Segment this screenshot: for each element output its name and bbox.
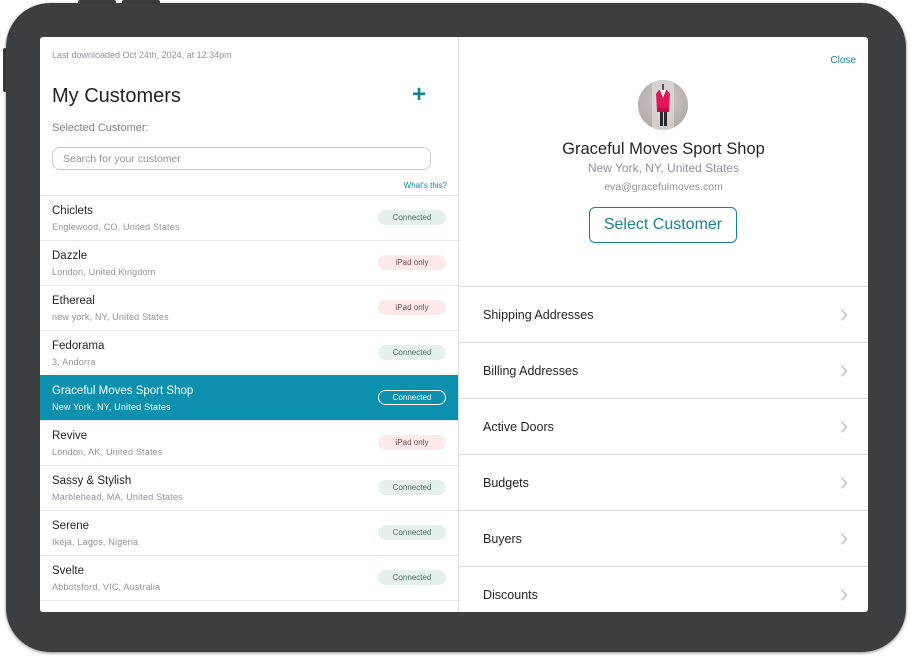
status-badge: iPad only <box>378 300 446 315</box>
customer-name: Sassy & Stylish <box>52 475 132 487</box>
customer-detail-email: eva@gracefulmoves.com <box>604 181 723 193</box>
status-badge: iPad only <box>378 435 446 450</box>
page-title: My Customers <box>52 85 181 107</box>
customer-detail-panel: Close Graceful Moves Sport Shop New York… <box>459 37 868 612</box>
customer-row[interactable]: Serene Ikeja, Lagos, Nigeria Connected <box>40 510 458 555</box>
customer-row[interactable]: Ethereal new york, NY, United States iPa… <box>40 285 458 330</box>
customer-row[interactable]: Fedorama 3, Andorra Connected <box>40 330 458 375</box>
customer-name: Chiclets <box>52 205 93 217</box>
status-badge: Connected <box>378 525 446 540</box>
close-button[interactable]: Close <box>830 55 856 66</box>
tablet-screen: Last downloaded Oct 24th, 2024, at 12:34… <box>40 37 868 612</box>
customer-location: London, AK, United States <box>52 447 163 457</box>
customer-name: Svelte <box>52 565 84 577</box>
menu-item-billing-addresses[interactable]: Billing Addresses <box>459 342 868 398</box>
customer-location: Abbotsford, VIC, Australia <box>52 582 161 592</box>
customer-name: Revive <box>52 430 88 442</box>
customer-name: Dazzle <box>52 250 88 262</box>
chevron-right-icon <box>841 421 848 433</box>
menu-item-label: Active Doors <box>483 420 554 434</box>
chevron-right-icon <box>841 477 848 489</box>
customer-list-panel: Last downloaded Oct 24th, 2024, at 12:34… <box>40 37 459 612</box>
whats-this-link[interactable]: What's this? <box>404 181 447 190</box>
chevron-right-icon <box>841 533 848 545</box>
menu-item-label: Shipping Addresses <box>483 308 594 322</box>
status-badge: Connected <box>378 210 446 225</box>
menu-item-shipping-addresses[interactable]: Shipping Addresses <box>459 286 868 342</box>
menu-item-label: Discounts <box>483 588 538 602</box>
customer-location: Marblehead, MA, United States <box>52 492 183 502</box>
customer-location: 3, Andorra <box>52 357 96 367</box>
menu-item-label: Billing Addresses <box>483 364 579 378</box>
customer-detail-menu: Shipping Addresses Billing Addresses Act… <box>459 286 868 612</box>
customer-row-selected[interactable]: Graceful Moves Sport Shop New York, NY, … <box>40 375 458 420</box>
customer-location: new york, NY, United States <box>52 312 169 322</box>
status-badge: Connected <box>378 480 446 495</box>
chevron-right-icon <box>841 365 848 377</box>
customer-row[interactable]: Svelte Abbotsford, VIC, Australia Connec… <box>40 555 458 600</box>
customer-detail-name: Graceful Moves Sport Shop <box>562 140 765 158</box>
avatar-photo-icon <box>652 80 674 130</box>
customer-location: New York, NY, United States <box>52 402 171 412</box>
menu-item-active-doors[interactable]: Active Doors <box>459 398 868 454</box>
customer-row[interactable]: Sassy & Stylish Marblehead, MA, United S… <box>40 465 458 510</box>
customer-row[interactable]: Revive London, AK, United States iPad on… <box>40 420 458 465</box>
customer-row-partial[interactable] <box>40 600 458 612</box>
search-input[interactable] <box>52 147 431 170</box>
status-badge: Connected <box>378 570 446 585</box>
menu-item-buyers[interactable]: Buyers <box>459 510 868 566</box>
add-customer-button[interactable]: + <box>412 83 426 107</box>
menu-item-label: Buyers <box>483 532 522 546</box>
menu-item-discounts[interactable]: Discounts <box>459 566 868 612</box>
customer-row[interactable]: Chiclets Englewood, CO, United States Co… <box>40 195 458 240</box>
status-badge: Connected <box>378 345 446 360</box>
customer-row[interactable]: Dazzle London, United Kingdom iPad only <box>40 240 458 285</box>
last-downloaded-text: Last downloaded Oct 24th, 2024, at 12:34… <box>52 50 232 60</box>
customer-location: Englewood, CO, United States <box>52 222 180 232</box>
customer-avatar <box>638 80 688 130</box>
menu-item-budgets[interactable]: Budgets <box>459 454 868 510</box>
customer-name: Serene <box>52 520 90 532</box>
menu-item-label: Budgets <box>483 476 529 490</box>
chevron-right-icon <box>841 309 848 321</box>
customer-detail-location: New York, NY, United States <box>587 161 740 175</box>
customer-list: Chiclets Englewood, CO, United States Co… <box>40 195 458 612</box>
status-badge: iPad only <box>378 255 446 270</box>
select-customer-button[interactable]: Select Customer <box>589 207 737 243</box>
customer-location: London, United Kingdom <box>52 267 156 277</box>
chevron-right-icon <box>841 589 848 601</box>
customer-name: Ethereal <box>52 295 95 307</box>
selected-customer-label: Selected Customer: <box>52 122 149 134</box>
customer-location: Ikeja, Lagos, Nigeria <box>52 537 139 547</box>
customer-name: Fedorama <box>52 340 105 352</box>
customer-name: Graceful Moves Sport Shop <box>52 385 194 397</box>
status-badge: Connected <box>378 390 446 405</box>
